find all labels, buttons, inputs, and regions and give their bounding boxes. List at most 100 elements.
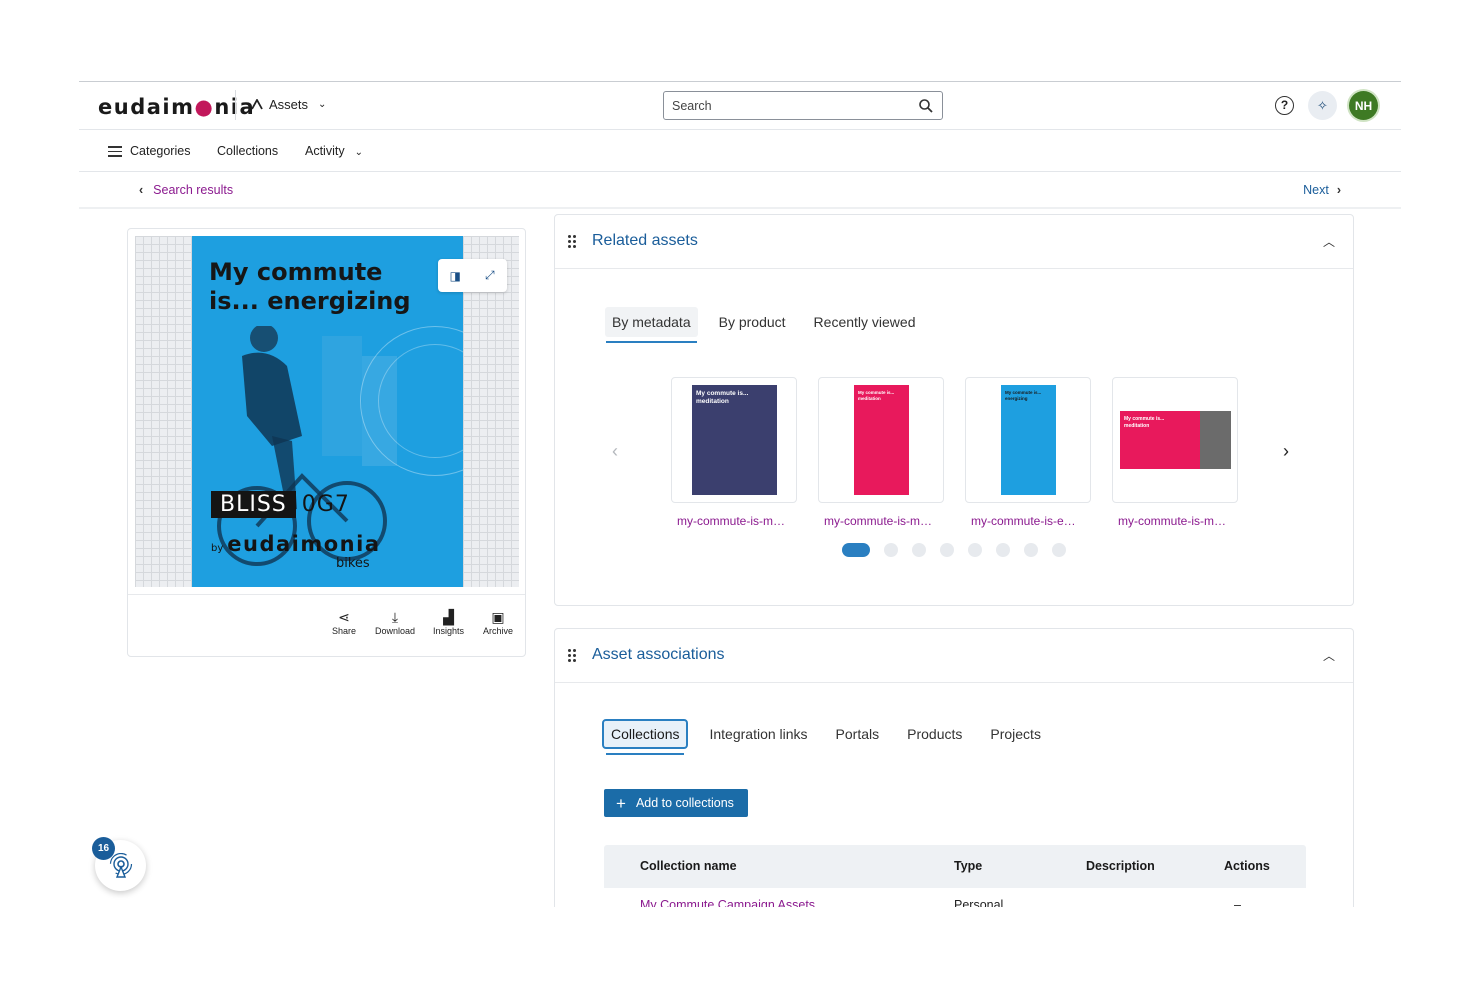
thumbnail-title: My commute is... meditation — [858, 390, 895, 401]
thumbnail-frame: My commute is... meditation — [1112, 377, 1238, 503]
add-to-collections-button[interactable]: + Add to collections — [604, 789, 748, 817]
carousel-dot[interactable] — [1052, 543, 1066, 557]
tab-collections[interactable]: Collections — [602, 719, 689, 755]
search-box[interactable] — [663, 91, 943, 120]
view-toggle: ◨ ⤢ — [438, 259, 507, 292]
brand-logo[interactable]: eudaim●nia — [98, 95, 255, 119]
back-to-search-results[interactable]: ‹ Search results — [139, 183, 233, 197]
asset-associations-header: Asset associations ︿ — [555, 629, 1353, 683]
app-switcher-label: Assets — [269, 97, 309, 112]
split-view-icon[interactable]: ◨ — [444, 269, 466, 283]
breadcrumb: ‹ Search results Next › — [79, 172, 1401, 209]
chevron-right-icon: › — [1336, 183, 1341, 197]
asset-associations-tabs: Collections Integration links Portals Pr… — [602, 719, 1062, 755]
poster-badge: BLISS 0G7 — [211, 491, 356, 518]
column-header-description[interactable]: Description — [1086, 859, 1155, 873]
related-asset-card[interactable]: My commute is... energizing my-commute-i… — [965, 377, 1091, 528]
notification-count-badge: 16 — [92, 837, 115, 860]
tab-products[interactable]: Products — [900, 719, 969, 749]
share-button[interactable]: ⋖ Share — [332, 609, 356, 636]
thumbnail-label[interactable]: my-commute-is-m… — [1112, 514, 1238, 528]
menu-icon[interactable] — [108, 146, 122, 157]
thumbnail-image: My commute is... meditation — [692, 385, 777, 495]
related-assets-header: Related assets ︿ — [555, 215, 1353, 269]
carousel-dot[interactable] — [968, 543, 982, 557]
tab-integration-links[interactable]: Integration links — [702, 719, 814, 749]
thumbnail-frame: My commute is... meditation — [671, 377, 797, 503]
carousel-dot[interactable] — [842, 543, 870, 557]
app-switcher[interactable]: Assets ⌄ — [251, 97, 326, 112]
chevron-down-icon: ⌄ — [318, 99, 327, 110]
carousel-dot[interactable] — [884, 543, 898, 557]
thumbnail-label[interactable]: my-commute-is-m… — [671, 514, 797, 528]
app-window: eudaim●nia Assets ⌄ ? ✧ NH Categories Co… — [79, 81, 1401, 907]
thumbnail-frame: My commute is... energizing — [965, 377, 1091, 503]
thumbnail-image: My commute is... meditation — [1120, 411, 1231, 469]
drag-handle-icon[interactable] — [568, 649, 577, 663]
chevron-down-icon: ⌄ — [354, 147, 363, 158]
user-avatar[interactable]: NH — [1349, 91, 1378, 120]
related-assets-tabs: By metadata By product Recently viewed — [605, 307, 936, 343]
thumbnail-image: My commute is... energizing — [1001, 385, 1056, 495]
related-assets-title: Related assets — [592, 232, 698, 249]
download-label: Download — [375, 626, 416, 636]
chevron-up-icon[interactable]: ︿ — [1323, 233, 1335, 250]
drag-handle-icon[interactable] — [568, 235, 577, 249]
poster-brand-sub: bikes — [336, 556, 370, 571]
back-link-label: Search results — [153, 183, 234, 197]
poster-brand-by: by — [211, 543, 224, 554]
carousel-dot[interactable] — [1024, 543, 1038, 557]
tab-by-metadata[interactable]: By metadata — [605, 307, 698, 343]
nav-activity[interactable]: Activity ⌄ — [305, 144, 363, 158]
related-asset-card[interactable]: My commute is... meditation my-commute-i… — [818, 377, 944, 528]
search-input[interactable] — [672, 98, 918, 113]
related-asset-card[interactable]: My commute is... meditation my-commute-i… — [671, 377, 797, 528]
collections-table: Collection name Type Description Actions… — [604, 845, 1306, 907]
asset-associations-panel: Asset associations ︿ Collections Integra… — [554, 628, 1354, 907]
archive-icon: ▣ — [491, 609, 505, 625]
download-button[interactable]: ⤓ Download — [375, 609, 415, 636]
thumbnail-title: My commute is... meditation — [696, 390, 749, 405]
sub-navigation: Categories Collections Activity ⌄ — [79, 130, 1401, 172]
nav-activity-label: Activity — [305, 144, 345, 158]
poster-brand-name: eudaimonia — [227, 532, 381, 556]
ai-assistant-icon[interactable]: ✧ — [1308, 91, 1337, 120]
carousel-dot[interactable] — [940, 543, 954, 557]
poster-badge-right: 0G7 — [301, 492, 350, 517]
next-asset-link[interactable]: Next › — [1303, 183, 1341, 197]
help-icon[interactable]: ? — [1275, 96, 1294, 115]
column-header-collection-name[interactable]: Collection name — [640, 859, 737, 873]
carousel-dot[interactable] — [912, 543, 926, 557]
asset-preview-card: My commute is... energizing BLISS 0G7 by… — [127, 228, 526, 657]
row-actions-button[interactable]: – — [1234, 898, 1241, 907]
carousel-next-icon[interactable]: › — [1283, 441, 1289, 462]
column-header-type[interactable]: Type — [954, 859, 982, 873]
tab-recently-viewed[interactable]: Recently viewed — [807, 307, 923, 337]
tab-by-product[interactable]: By product — [712, 307, 793, 337]
share-label: Share — [332, 626, 357, 636]
tab-portals[interactable]: Portals — [829, 719, 887, 749]
download-icon: ⤓ — [391, 609, 399, 625]
carousel-prev-icon[interactable]: ‹ — [612, 441, 618, 462]
archive-button[interactable]: ▣ Archive — [483, 609, 513, 636]
chevron-up-icon[interactable]: ︿ — [1323, 647, 1335, 664]
related-asset-card[interactable]: My commute is... meditation my-commute-i… — [1112, 377, 1238, 528]
add-to-collections-label: Add to collections — [635, 796, 734, 810]
collection-name-link[interactable]: My Commute Campaign Assets — [640, 898, 815, 907]
fullscreen-icon[interactable]: ⤢ — [479, 268, 501, 283]
insights-button[interactable]: ▟ Insights — [433, 609, 464, 636]
table-row: My Commute Campaign Assets Personal – — [604, 888, 1306, 907]
tab-projects[interactable]: Projects — [983, 719, 1048, 749]
nav-categories[interactable]: Categories — [130, 144, 190, 158]
share-icon: ⋖ — [338, 609, 350, 625]
insights-label: Insights — [433, 626, 465, 636]
thumbnail-label[interactable]: my-commute-is-m… — [818, 514, 944, 528]
search-icon[interactable] — [918, 98, 934, 114]
asset-associations-title: Asset associations — [592, 646, 725, 663]
asset-preview-image[interactable]: My commute is... energizing BLISS 0G7 by… — [192, 236, 463, 587]
poster-title: My commute is... energizing — [209, 258, 411, 315]
assets-app-icon — [251, 99, 263, 110]
thumbnail-label[interactable]: my-commute-is-e… — [965, 514, 1091, 528]
nav-collections[interactable]: Collections — [217, 144, 278, 158]
carousel-dot[interactable] — [996, 543, 1010, 557]
